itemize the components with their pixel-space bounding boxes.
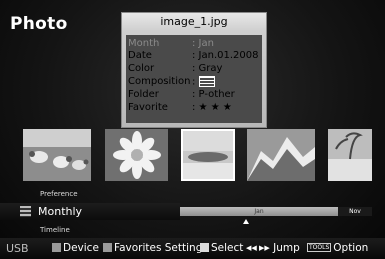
photo-browser-screen: Photo image_1.jpg Month : Jan Date : Jan… bbox=[0, 0, 385, 259]
favorites-label: Favorites Setting bbox=[114, 242, 203, 254]
jump-label: Jump bbox=[273, 242, 300, 254]
timeline-track[interactable]: Jan bbox=[180, 207, 338, 216]
sort-option-preference[interactable]: Preference bbox=[40, 190, 78, 198]
info-label: Color bbox=[128, 63, 155, 74]
thumbnail-sky-selected[interactable] bbox=[181, 129, 235, 181]
mountain-photo-image bbox=[247, 129, 315, 181]
info-label: Composition bbox=[128, 76, 191, 87]
thumbnail-mountain[interactable] bbox=[247, 129, 315, 181]
beach-photo-image bbox=[328, 129, 372, 181]
select-label: Select bbox=[211, 242, 244, 254]
sort-current-label[interactable]: Monthly bbox=[38, 205, 82, 218]
device-label: Device bbox=[63, 242, 99, 254]
page-title: Photo bbox=[10, 14, 68, 34]
select-button[interactable]: Select bbox=[200, 242, 243, 254]
info-value: : Jan bbox=[192, 38, 214, 49]
info-label: Folder bbox=[128, 89, 159, 100]
timeline-current-month: Jan bbox=[254, 208, 264, 215]
info-value: : Gray bbox=[192, 63, 223, 74]
option-label: Option bbox=[333, 242, 369, 254]
tools-key-icon: TOOLS bbox=[307, 243, 332, 252]
timeline-position-marker bbox=[243, 219, 249, 224]
thumbnail-flower[interactable] bbox=[105, 129, 168, 181]
info-value: : Jan.01.2008 bbox=[192, 50, 259, 61]
info-value-text: : bbox=[192, 76, 196, 88]
timeline-next-month[interactable]: Nov bbox=[338, 207, 372, 216]
device-button[interactable]: Device bbox=[52, 242, 99, 254]
flower-photo-image bbox=[105, 129, 168, 181]
info-value: : ★ ★ ★ bbox=[192, 102, 232, 113]
favorites-setting-button[interactable]: Favorites Setting bbox=[103, 242, 202, 254]
info-body: Month : Jan Date : Jan.01.2008 Color : G… bbox=[126, 35, 262, 123]
thumbnail-sheep[interactable] bbox=[23, 129, 91, 181]
info-value: : bbox=[192, 76, 264, 89]
sort-option-timeline[interactable]: Timeline bbox=[40, 226, 70, 234]
thumbnail-beach[interactable] bbox=[328, 129, 372, 181]
info-label: Month bbox=[128, 38, 160, 49]
info-filename: image_1.jpg bbox=[122, 13, 266, 31]
info-label: Date bbox=[128, 50, 152, 61]
sheep-photo-image bbox=[23, 129, 91, 181]
info-label: Favorite bbox=[128, 102, 168, 113]
grey-key-icon bbox=[52, 243, 61, 252]
grey-key-icon bbox=[103, 243, 112, 252]
enter-key-icon bbox=[200, 243, 209, 252]
option-button[interactable]: TOOLS Option bbox=[307, 242, 368, 254]
source-usb-label: USB bbox=[6, 242, 29, 255]
photo-info-panel: image_1.jpg Month : Jan Date : Jan.01.20… bbox=[121, 12, 267, 128]
sky-photo-image bbox=[183, 131, 233, 179]
jump-arrows-icon: ◀◀ ▶▶ bbox=[246, 244, 270, 252]
composition-icon bbox=[198, 76, 215, 87]
info-value: : P-other bbox=[192, 89, 235, 100]
jump-button[interactable]: ◀◀ ▶▶ Jump bbox=[246, 242, 300, 254]
list-sort-icon bbox=[20, 206, 31, 217]
